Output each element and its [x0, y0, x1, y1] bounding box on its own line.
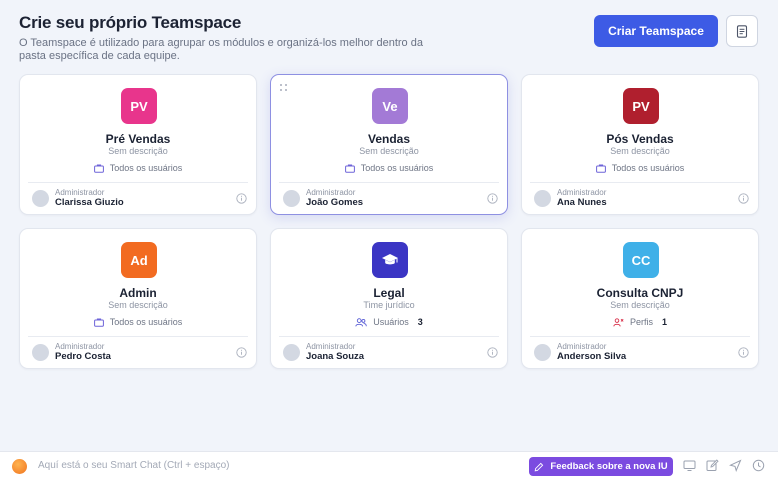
- teamspace-name: Pré Vendas: [105, 132, 171, 146]
- teamspace-card[interactable]: CC Consulta CNPJ Sem descrição Perfis 1 …: [521, 228, 759, 369]
- pencil-icon: [535, 462, 544, 471]
- teamspace-access-label: Todos os usuários: [109, 163, 183, 173]
- teamspace-access: Perfis 1: [522, 317, 758, 327]
- profile-icon: [613, 317, 624, 327]
- teamspace-avatar: PV: [623, 88, 659, 124]
- avatar: [32, 344, 49, 361]
- divider: [28, 182, 248, 183]
- info-icon[interactable]: [738, 347, 749, 358]
- briefcase-icon: [595, 164, 606, 173]
- teamspace-access-count: 1: [662, 317, 668, 327]
- admin-label: Administrador: [557, 342, 607, 351]
- admin-name: João Gomes: [306, 197, 364, 208]
- teamspace-card[interactable]: Ve Vendas Sem descrição Todos os usuário…: [270, 74, 508, 215]
- teamspace-access-label: Todos os usuários: [360, 163, 434, 173]
- briefcase-icon: [344, 164, 355, 173]
- admin-name: Pedro Costa: [55, 351, 111, 362]
- info-icon[interactable]: [738, 193, 749, 204]
- teamspace-description: Sem descrição: [610, 300, 670, 310]
- admin-label: Administrador: [55, 188, 105, 197]
- teamspace-avatar: Ve: [372, 88, 408, 124]
- info-icon[interactable]: [236, 347, 247, 358]
- teamspace-description: Sem descrição: [359, 146, 419, 156]
- divider: [28, 336, 248, 337]
- teamspace-avatar: Ad: [121, 242, 157, 278]
- page-subtitle: O Teamspace é utilizado para agrupar os …: [19, 37, 423, 62]
- info-icon[interactable]: [236, 193, 247, 204]
- teamspace-name: Consulta CNPJ: [596, 286, 684, 300]
- teamspace-access: Usuários 3: [271, 317, 507, 327]
- teamspace-avatar: CC: [623, 242, 659, 278]
- teamspace-name: Pós Vendas: [606, 132, 674, 146]
- feedback-button[interactable]: Feedback sobre a nova IU: [529, 457, 673, 476]
- admin-label: Administrador: [306, 342, 356, 351]
- avatar: [534, 344, 551, 361]
- teamspace-access: Todos os usuários: [20, 163, 256, 173]
- teamspace-grid: PV Pré Vendas Sem descrição Todos os usu…: [19, 74, 759, 369]
- admin-label: Administrador: [306, 188, 356, 197]
- drag-handle-icon[interactable]: [280, 84, 288, 92]
- teamspace-access-label: Perfis: [629, 317, 653, 327]
- monitor-icon[interactable]: [683, 459, 696, 472]
- send-icon[interactable]: [729, 459, 742, 472]
- teamspace-avatar: PV: [121, 88, 157, 124]
- teamspace-card[interactable]: Ad Admin Sem descrição Todos os usuários…: [19, 228, 257, 369]
- info-icon[interactable]: [487, 193, 498, 204]
- teamspace-description: Time jurídico: [363, 300, 415, 310]
- teamspace-access: Todos os usuários: [20, 317, 256, 327]
- admin-name: Ana Nunes: [557, 197, 607, 208]
- edit-icon[interactable]: [706, 459, 719, 472]
- teamspace-card[interactable]: PV Pós Vendas Sem descrição Todos os usu…: [521, 74, 759, 215]
- document-button[interactable]: [726, 15, 758, 47]
- create-teamspace-button[interactable]: Criar Teamspace: [594, 15, 718, 47]
- divider: [279, 182, 499, 183]
- teamspace-name: Legal: [373, 286, 405, 300]
- admin-label: Administrador: [557, 188, 607, 197]
- document-icon: [736, 24, 748, 38]
- teamspace-description: Sem descrição: [610, 146, 670, 156]
- divider: [279, 336, 499, 337]
- teamspace-access: Todos os usuários: [522, 163, 758, 173]
- briefcase-icon: [93, 318, 104, 327]
- teamspace-name: Admin: [119, 286, 157, 300]
- info-icon[interactable]: [487, 347, 498, 358]
- page-header: Crie seu próprio Teamspace O Teamspace é…: [19, 13, 758, 69]
- admin-name: Anderson Silva: [557, 351, 627, 362]
- briefcase-icon: [93, 164, 104, 173]
- admin-name: Joana Souza: [306, 351, 365, 362]
- avatar: [534, 190, 551, 207]
- feedback-label: Feedback sobre a nova IU: [550, 461, 668, 472]
- graduation-cap-icon: [382, 254, 398, 265]
- teamspace-avatar: [372, 242, 408, 278]
- admin-label: Administrador: [55, 342, 105, 351]
- teamspace-access-label: Todos os usuários: [611, 163, 685, 173]
- smart-chat-input[interactable]: Aquí está o seu Smart Chat (Ctrl + espaç…: [38, 460, 229, 471]
- teamspace-card[interactable]: PV Pré Vendas Sem descrição Todos os usu…: [19, 74, 257, 215]
- clock-icon[interactable]: [752, 459, 765, 472]
- avatar: [32, 190, 49, 207]
- teamspace-description: Sem descrição: [108, 300, 168, 310]
- bottom-bar: Aquí está o seu Smart Chat (Ctrl + espaç…: [0, 451, 778, 480]
- divider: [530, 182, 750, 183]
- teamspace-name: Vendas: [367, 132, 411, 146]
- users-icon: [355, 317, 367, 327]
- avatar: [283, 190, 300, 207]
- divider: [530, 336, 750, 337]
- teamspace-access-label: Usuários: [373, 317, 409, 327]
- teamspace-access-label: Todos os usuários: [109, 317, 183, 327]
- teamspace-card[interactable]: Legal Time jurídico Usuários 3 Administr…: [270, 228, 508, 369]
- teamspace-access: Todos os usuários: [271, 163, 507, 173]
- smart-chat-orb-icon[interactable]: [12, 459, 27, 474]
- avatar: [283, 344, 300, 361]
- admin-name: Clarissa Giuzio: [55, 197, 124, 208]
- teamspace-access-count: 3: [417, 317, 423, 327]
- teamspace-description: Sem descrição: [108, 146, 168, 156]
